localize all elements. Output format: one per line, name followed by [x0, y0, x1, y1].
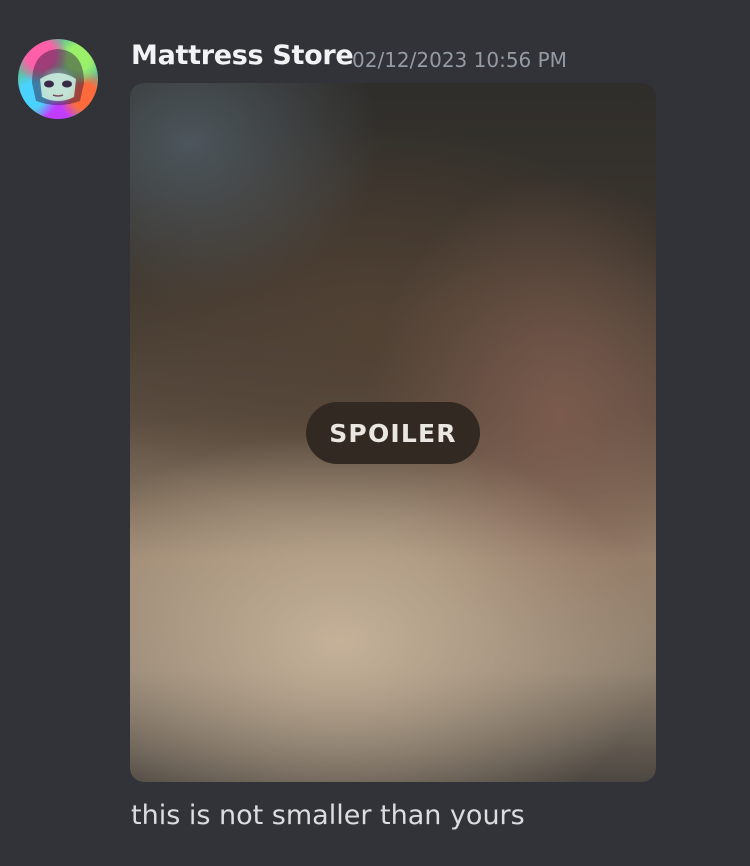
spoiler-label[interactable]: SPOILER [306, 402, 480, 464]
message-content: this is not smaller than yours [131, 800, 525, 831]
spoiler-image-attachment[interactable]: SPOILER [130, 83, 656, 782]
message-timestamp: 02/12/2023 10:56 PM [352, 48, 567, 72]
author-name[interactable]: Mattress Store [131, 40, 354, 71]
chat-message: Mattress Store 02/12/2023 10:56 PM SPOIL… [0, 0, 750, 866]
user-avatar-icon [32, 49, 84, 105]
user-avatar[interactable] [18, 39, 98, 119]
